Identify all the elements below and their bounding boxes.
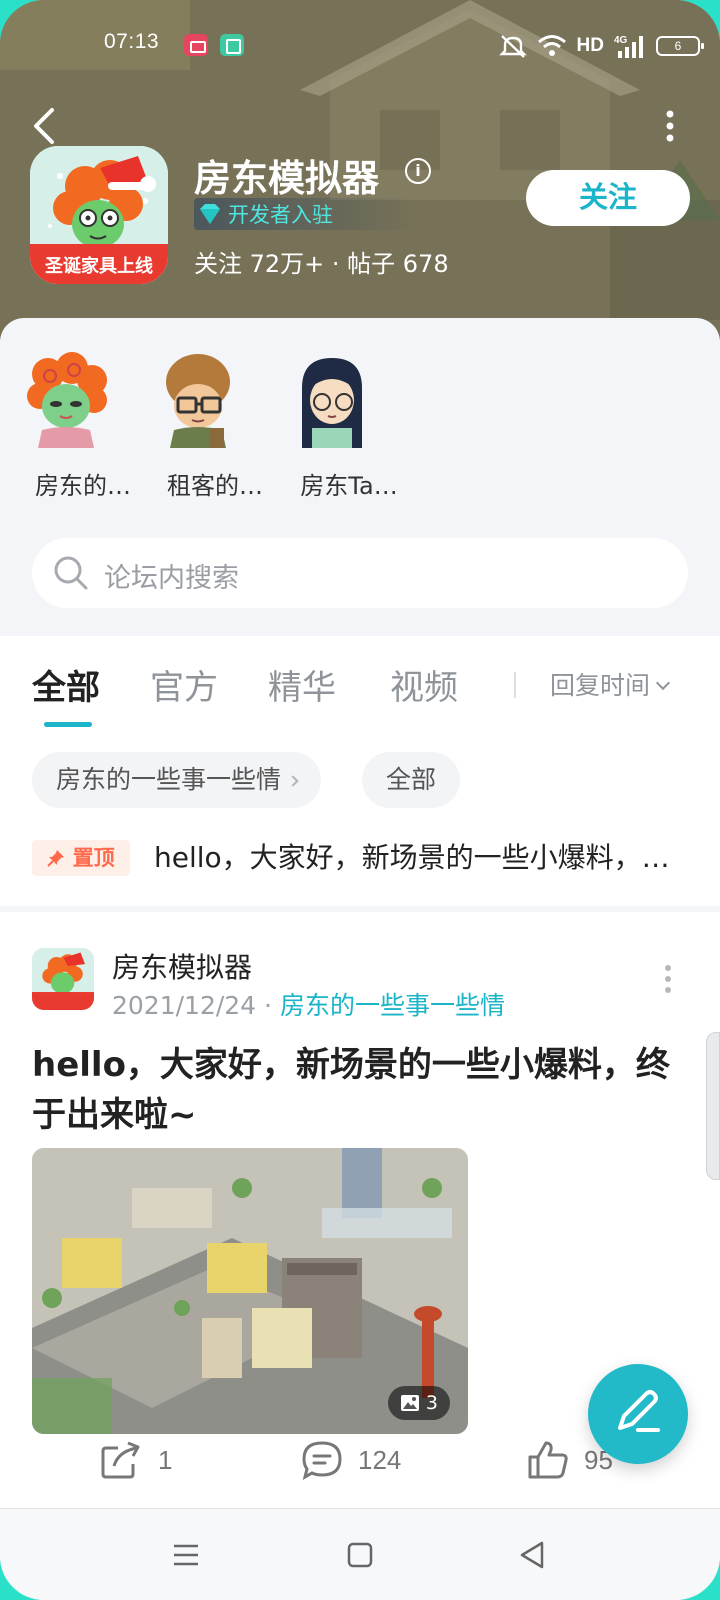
notification-app-icon-2: [220, 34, 244, 56]
battery-icon: 6: [656, 36, 704, 56]
comment-icon: [302, 1441, 342, 1480]
post-date: 2021/12/24: [112, 991, 257, 1020]
all-filter-chip[interactable]: 全部: [362, 752, 461, 808]
pinned-post-title[interactable]: hello，大家好，新场景的一些小爆料，终于出来啦~: [154, 836, 674, 876]
character-label: 租客的…: [167, 472, 263, 500]
all-filter-label: 全部: [386, 765, 437, 794]
follow-button[interactable]: 关注: [526, 170, 690, 226]
character-label: 房东的…: [35, 472, 131, 500]
character-shortcut-tenant[interactable]: 租客的…: [150, 348, 280, 501]
more-icon[interactable]: [660, 108, 680, 144]
author-avatar-art: [32, 948, 94, 1010]
post-category-link[interactable]: 房东的一些事一些情: [280, 991, 505, 1020]
landlord-avatar-art: 圣诞家具上线: [30, 146, 168, 284]
home-icon[interactable]: [340, 1535, 380, 1575]
share-count: 1: [158, 1444, 173, 1475]
developer-badge[interactable]: 开发者入驻: [194, 198, 414, 230]
sort-label: 回复时间: [550, 671, 651, 700]
app-screen: 07:13 HD 4G 6 圣诞家具上线 房东模拟器 i 开发者入驻 关注 72…: [0, 0, 720, 1600]
pin-icon: [47, 850, 65, 867]
image-icon: [400, 1395, 419, 1411]
scrollbar[interactable]: [706, 1032, 720, 1180]
pinned-badge: 置顶: [32, 840, 130, 876]
tenant-character-icon: [166, 354, 230, 448]
avatar[interactable]: [32, 948, 94, 1010]
back-triangle-icon[interactable]: [512, 1535, 552, 1575]
info-icon[interactable]: i: [405, 158, 431, 184]
svg-text:圣诞家具上线: 圣诞家具上线: [44, 255, 153, 277]
compose-post-button[interactable]: [588, 1364, 688, 1464]
signal-icon: 4G: [614, 35, 643, 58]
svg-text:4G: 4G: [614, 35, 628, 46]
back-icon[interactable]: [28, 104, 64, 148]
status-right: HD 4G 6: [498, 28, 704, 64]
like-icon: [528, 1441, 568, 1479]
notification-app-icon: [184, 34, 208, 56]
status-bar: 07:13 HD 4G 6: [0, 26, 720, 66]
category-filter-label: 房东的一些事一些情: [56, 765, 282, 794]
forum-header: 07:13 HD 4G 6 圣诞家具上线 房东模拟器 i 开发者入驻 关注 72…: [0, 0, 720, 340]
tab-video[interactable]: 视频: [390, 660, 458, 709]
pinned-badge-label: 置顶: [72, 846, 115, 870]
active-tab-indicator: [44, 722, 92, 727]
mute-icon: [498, 35, 527, 58]
share-icon: [101, 1441, 140, 1479]
developer-badge-label: 开发者入驻: [228, 203, 333, 227]
more-icon[interactable]: [664, 964, 672, 994]
diamond-icon: [200, 204, 220, 224]
comment-count: 124: [358, 1444, 402, 1475]
landlord-ta-character-icon: [302, 358, 362, 448]
tab-featured[interactable]: 精华: [268, 660, 336, 709]
post-meta: 2021/12/24 · 房东的一些事一些情: [112, 986, 505, 1022]
chevron-down-icon: [655, 675, 671, 691]
meta-separator: ·: [264, 991, 272, 1020]
edit-icon: [618, 1390, 660, 1432]
landlord-character-icon: [27, 352, 107, 448]
status-time: 07:13: [104, 30, 160, 53]
app-icon[interactable]: 圣诞家具上线: [30, 146, 168, 284]
forum-stats: 关注 72万+ · 帖子 678: [194, 250, 449, 278]
search-input[interactable]: 论坛内搜索: [104, 556, 239, 595]
character-label: 房东Ta…: [300, 472, 398, 500]
network-type: HD: [576, 35, 604, 56]
search-icon: [54, 556, 88, 590]
post-image[interactable]: 3: [32, 1148, 468, 1434]
forum-search-bar[interactable]: 论坛内搜索: [32, 538, 688, 608]
character-shortcut-landlord[interactable]: 房东的…: [18, 348, 148, 501]
sort-dropdown[interactable]: 回复时间: [550, 666, 671, 702]
image-count: 3: [425, 1392, 438, 1414]
wifi-icon: [537, 35, 566, 56]
divider: [514, 672, 516, 698]
tab-official[interactable]: 官方: [150, 660, 218, 709]
comment-button[interactable]: 124: [300, 1440, 401, 1480]
tab-all[interactable]: 全部: [32, 660, 100, 709]
post-author[interactable]: 房东模拟器: [112, 946, 252, 986]
character-shortcut-landlord-ta[interactable]: 房东Ta…: [284, 348, 414, 501]
share-button[interactable]: 1: [100, 1440, 172, 1480]
system-navigation-bar: [0, 1508, 720, 1600]
menu-icon[interactable]: [166, 1535, 206, 1575]
forum-content: 房东的… 租客的… 房东Ta… 论坛内搜索 全部 官方 精华 视频 回复时间 房…: [0, 318, 720, 1508]
category-filter-chip[interactable]: 房东的一些事一些情: [32, 752, 322, 808]
post-title[interactable]: hello，大家好，新场景的一些小爆料，终于出来啦~: [32, 1040, 692, 1140]
forum-title: 房东模拟器: [194, 157, 379, 200]
image-count-badge: 3: [387, 1386, 450, 1420]
chevron-right-icon: [287, 775, 299, 787]
